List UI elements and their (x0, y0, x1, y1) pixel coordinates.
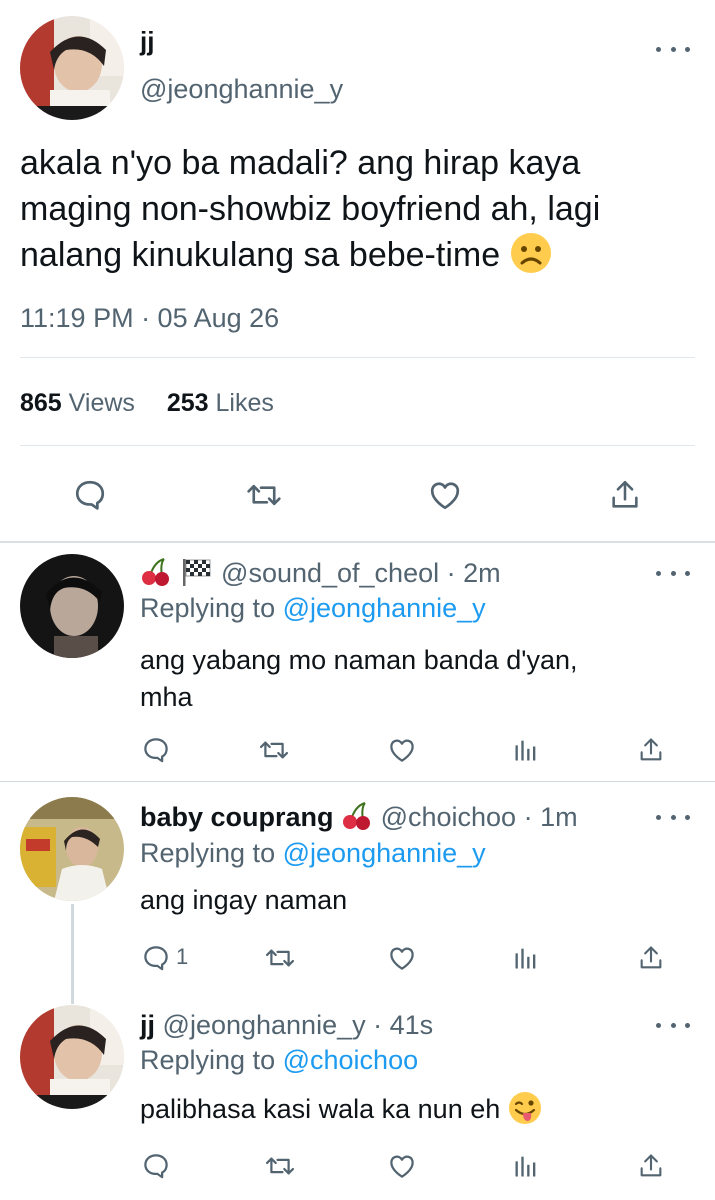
likes-label[interactable]: Likes (216, 389, 274, 417)
replying-prefix: Replying to (140, 838, 276, 868)
analytics-icon[interactable] (509, 941, 543, 975)
avatar-reply-1[interactable] (20, 554, 124, 658)
reply-1-replying: Replying to @jeonghannie_y (140, 591, 486, 625)
heart-icon[interactable] (385, 941, 419, 975)
heart-icon[interactable] (385, 1149, 419, 1183)
heart-icon[interactable] (425, 475, 465, 515)
reply-2-handle[interactable]: @choichoo (381, 802, 517, 832)
share-icon[interactable] (605, 475, 645, 515)
reply-text-line: mha (140, 682, 193, 712)
views-label[interactable]: Views (69, 389, 135, 417)
reply-3-replying: Replying to @choichoo (140, 1043, 418, 1077)
reply-2-time[interactable]: · 1m (524, 802, 578, 832)
tweet-text-line: nalang kinukulang sa bebe-time (20, 236, 501, 274)
reply-1-text: ang yabang mo naman banda d'yan, mha (140, 642, 577, 716)
more-icon[interactable] (656, 43, 690, 55)
reply-count: 1 (176, 944, 189, 969)
replying-to-link[interactable]: @choichoo (283, 1045, 419, 1075)
reply-2-display-name[interactable]: baby couprang (140, 802, 334, 832)
avatar-main[interactable] (20, 16, 124, 120)
reply-icon[interactable] (139, 733, 173, 767)
reply-1-time[interactable]: · 2m (447, 558, 501, 588)
tweet-text-line: maging non-showbiz boyfriend ah, lagi (20, 190, 601, 228)
reply-icon[interactable] (139, 1149, 173, 1183)
retweet-icon[interactable] (263, 941, 297, 975)
main-handle[interactable]: @jeonghannie_y (140, 74, 343, 105)
chequered-flag-emoji (180, 556, 214, 588)
tweet-text-line: akala n'yo ba madali? ang hirap kaya (20, 144, 581, 182)
reply-3-handle[interactable]: @jeonghannie_y (163, 1010, 366, 1040)
more-icon[interactable] (656, 1019, 690, 1031)
reply-3-text-row: palibhasa kasi wala ka nun eh (140, 1091, 542, 1126)
replying-prefix: Replying to (140, 593, 276, 623)
retweet-icon[interactable] (244, 475, 284, 515)
main-display-name[interactable]: jj (140, 26, 154, 57)
cherry-emoji (341, 800, 373, 832)
heart-icon[interactable] (385, 733, 419, 767)
likes-count[interactable]: 253 (167, 389, 209, 417)
share-icon[interactable] (634, 733, 668, 767)
more-icon[interactable] (656, 567, 690, 579)
stats-row: 865 Views 253 Likes (20, 389, 274, 418)
reply-3-time[interactable]: · 41s (373, 1010, 433, 1040)
reply-1-handle[interactable]: @sound_of_cheol (221, 558, 439, 588)
reply-3-display-name[interactable]: jj (140, 1010, 155, 1040)
analytics-icon[interactable] (509, 1149, 543, 1183)
avatar-reply-2[interactable] (20, 797, 124, 901)
retweet-icon[interactable] (257, 733, 291, 767)
thread-line (71, 904, 74, 1004)
share-icon[interactable] (634, 941, 668, 975)
replying-prefix: Replying to (140, 1045, 276, 1075)
winking-tongue-emoji (508, 1091, 542, 1125)
reply-3-header: jj @jeonghannie_y · 41s (140, 1008, 433, 1042)
reply-text-line: ang yabang mo naman banda d'yan, (140, 645, 578, 675)
reply-icon[interactable] (139, 941, 173, 975)
reply-2-text: ang ingay naman (140, 885, 348, 915)
retweet-icon[interactable] (263, 1149, 297, 1183)
reply-2-replying: Replying to @jeonghannie_y (140, 836, 486, 870)
reply-icon[interactable] (70, 475, 110, 515)
cherry-emoji (140, 556, 172, 588)
reply-2-header: baby couprang @choichoo · 1m (140, 800, 578, 834)
reply-3-text: palibhasa kasi wala ka nun eh (140, 1094, 501, 1124)
analytics-icon[interactable] (509, 733, 543, 767)
replying-to-link[interactable]: @jeonghannie_y (283, 593, 486, 623)
views-count[interactable]: 865 (20, 389, 62, 417)
main-tweet-text: akala n'yo ba madali? ang hirap kaya mag… (20, 140, 600, 278)
replying-to-link[interactable]: @jeonghannie_y (283, 838, 486, 868)
share-icon[interactable] (634, 1149, 668, 1183)
main-timestamp[interactable]: 11:19 PM · 05 Aug 26 (20, 303, 279, 334)
avatar-reply-3[interactable] (20, 1005, 124, 1109)
reply-1-header: @sound_of_cheol · 2m (140, 556, 501, 590)
more-icon[interactable] (656, 811, 690, 823)
frown-emoji (510, 232, 552, 274)
